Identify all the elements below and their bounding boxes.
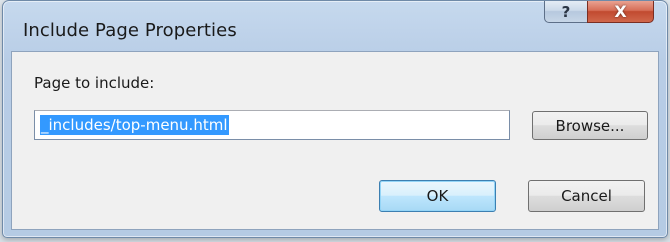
help-icon: ?: [561, 2, 571, 21]
page-path-selected-text[interactable]: _includes/top-menu.html: [40, 115, 229, 135]
title-bar[interactable]: Include Page Properties ? X: [3, 1, 667, 51]
dialog-title: Include Page Properties: [23, 20, 237, 41]
browse-button[interactable]: Browse...: [532, 111, 648, 140]
cancel-button[interactable]: Cancel: [528, 180, 645, 212]
include-page-properties-dialog: Include Page Properties ? X Page to incl…: [2, 0, 668, 238]
dialog-body: Page to include: _includes/top-menu.html…: [11, 51, 659, 230]
close-icon: X: [614, 2, 627, 21]
page-to-include-label: Page to include:: [34, 74, 155, 92]
close-button[interactable]: X: [587, 1, 654, 23]
help-button[interactable]: ?: [544, 1, 588, 23]
ok-button[interactable]: OK: [379, 180, 496, 212]
page-path-input[interactable]: _includes/top-menu.html: [34, 110, 510, 140]
